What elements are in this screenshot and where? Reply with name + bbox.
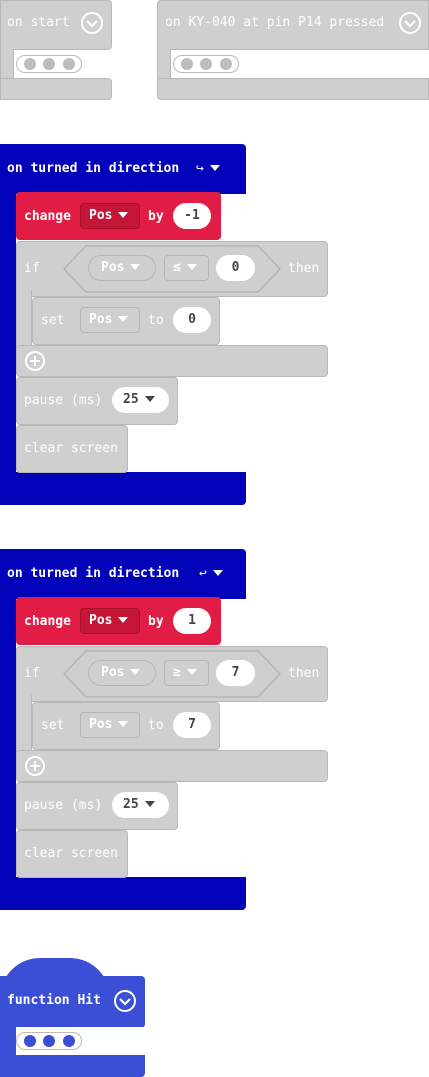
clear-screen-label: clear screen xyxy=(24,846,118,861)
dropdown-caret-icon xyxy=(144,800,155,807)
variable-name: Pos xyxy=(101,665,125,680)
by-value-input[interactable]: 1 xyxy=(173,608,211,634)
compare-value-input[interactable]: 7 xyxy=(216,660,255,686)
on-start-label: on start xyxy=(7,15,70,30)
set-value-input[interactable]: 0 xyxy=(173,307,211,333)
function-label: function Hit xyxy=(7,993,101,1008)
change-label: change xyxy=(24,614,71,629)
dropdown-caret-icon xyxy=(209,164,220,171)
then-label: then xyxy=(288,666,320,681)
set-label: set xyxy=(41,313,65,328)
variable-name: Pos xyxy=(89,312,113,327)
by-label: by xyxy=(148,614,164,629)
dropdown-caret-icon xyxy=(118,211,129,218)
direction-dropdown[interactable]: ↩ xyxy=(199,564,239,584)
collapse-chevron-icon[interactable] xyxy=(398,11,422,35)
operator-dropdown[interactable]: ≥ xyxy=(164,660,209,686)
pause-value-dropdown[interactable]: 25 xyxy=(112,387,169,413)
dropdown-caret-icon xyxy=(212,569,223,576)
variable-dropdown[interactable]: Pos xyxy=(80,608,140,634)
dropdown-caret-icon xyxy=(130,668,141,675)
then-label: then xyxy=(288,261,320,276)
event-header: on turned in direction xyxy=(7,566,180,581)
operator-symbol: ≥ xyxy=(173,665,181,680)
dot-icon xyxy=(220,58,232,70)
compare-value-input[interactable]: 0 xyxy=(216,255,255,281)
event-header: on turned in direction xyxy=(7,161,180,176)
change-label: change xyxy=(24,209,71,224)
variable-dropdown[interactable]: Pos xyxy=(80,307,140,333)
operator-symbol: ≤ xyxy=(173,260,181,275)
dropdown-caret-icon xyxy=(118,720,129,727)
variable-dropdown[interactable]: Pos xyxy=(80,712,140,738)
to-label: to xyxy=(148,313,164,328)
dot-icon xyxy=(181,58,193,70)
if-label: if xyxy=(24,666,40,681)
direction-dropdown[interactable]: ↪ xyxy=(196,159,236,179)
add-else-plus-icon[interactable] xyxy=(24,350,46,372)
on-pressed-label: on KY-040 at pin P14 pressed xyxy=(165,15,385,30)
pause-label: pause (ms) xyxy=(24,393,103,408)
variable-name: Pos xyxy=(89,208,113,223)
pause-value: 25 xyxy=(123,797,139,812)
by-label: by xyxy=(148,209,164,224)
pause-value-dropdown[interactable]: 25 xyxy=(112,792,169,818)
clear-screen-label: clear screen xyxy=(24,441,118,456)
variable-name: Pos xyxy=(101,260,125,275)
dot-icon xyxy=(43,58,55,70)
variable-name: Pos xyxy=(89,613,113,628)
set-value-input[interactable]: 7 xyxy=(173,712,211,738)
pause-value: 25 xyxy=(123,392,139,407)
dropdown-caret-icon xyxy=(144,395,155,402)
operator-dropdown[interactable]: ≤ xyxy=(164,255,209,281)
dropdown-caret-icon xyxy=(130,263,141,270)
add-else-plus-icon[interactable] xyxy=(24,755,46,777)
variable-reporter[interactable]: Pos xyxy=(88,660,156,686)
set-label: set xyxy=(41,718,65,733)
collapse-chevron-icon[interactable] xyxy=(113,989,137,1013)
variable-dropdown[interactable]: Pos xyxy=(80,203,140,229)
dot-icon xyxy=(63,58,75,70)
dot-icon xyxy=(200,58,212,70)
dropdown-caret-icon xyxy=(186,263,197,270)
dot-icon xyxy=(24,1035,36,1047)
turn-left-arrow-icon: ↩ xyxy=(199,566,207,581)
variable-reporter[interactable]: Pos xyxy=(88,255,156,281)
dot-icon xyxy=(24,58,36,70)
dropdown-caret-icon xyxy=(186,668,197,675)
by-value-input[interactable]: -1 xyxy=(173,203,211,229)
dropdown-caret-icon xyxy=(118,616,129,623)
collapse-chevron-icon[interactable] xyxy=(80,11,104,35)
if-label: if xyxy=(24,261,40,276)
turn-right-arrow-icon: ↪ xyxy=(196,161,204,176)
to-label: to xyxy=(148,718,164,733)
dropdown-caret-icon xyxy=(118,315,129,322)
dot-icon xyxy=(63,1035,75,1047)
variable-name: Pos xyxy=(89,717,113,732)
dot-icon xyxy=(43,1035,55,1047)
pause-label: pause (ms) xyxy=(24,798,103,813)
